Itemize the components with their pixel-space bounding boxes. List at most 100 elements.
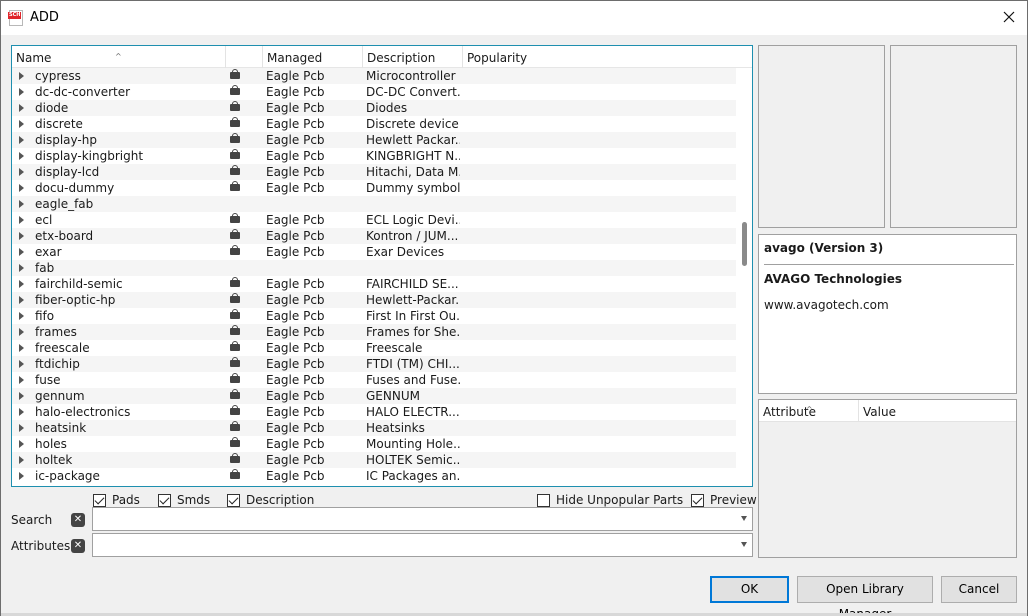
expand-arrow-icon[interactable] — [19, 232, 24, 240]
scrollbar-thumb[interactable] — [742, 222, 747, 266]
smds-check-box[interactable] — [158, 493, 171, 507]
managed-folder: Eagle Pcb — [266, 133, 325, 147]
library-row[interactable]: dc-dc-converter Eagle Pcb DC-DC Convert... — [12, 84, 736, 100]
managed-folder: Eagle Pcb — [266, 421, 325, 435]
library-row[interactable]: eagle_fab — [12, 196, 736, 212]
search-input[interactable] — [93, 508, 733, 530]
search-combo[interactable] — [92, 507, 753, 531]
library-row[interactable]: display-kingbright Eagle Pcb KINGBRIGHT N.… — [12, 148, 736, 164]
list-scrollbar[interactable] — [738, 68, 752, 486]
library-description: Exar Devices — [366, 245, 445, 259]
pads-check-box[interactable] — [93, 493, 106, 507]
expand-arrow-icon[interactable] — [19, 280, 24, 288]
expand-arrow-icon[interactable] — [19, 344, 24, 352]
ok-button[interactable]: OK — [710, 576, 789, 603]
lock-icon — [230, 373, 240, 383]
column-header-lock[interactable] — [226, 46, 263, 68]
column-header-description[interactable]: Description — [363, 46, 463, 68]
preview-check-box[interactable] — [691, 493, 704, 507]
description-check-box[interactable] — [227, 493, 240, 507]
library-row[interactable]: frames Eagle Pcb Frames for She... — [12, 324, 736, 340]
close-icon — [1003, 11, 1015, 23]
expand-arrow-icon[interactable] — [19, 312, 24, 320]
library-row[interactable]: halo-electronics Eagle Pcb HALO ELECTR... — [12, 404, 736, 420]
column-header-attribute[interactable]: Attribute ^ — [759, 400, 859, 422]
library-list[interactable]: Name ^ Managed Folder Description Popula… — [11, 45, 753, 487]
column-header-name[interactable]: Name ^ — [12, 46, 226, 68]
clear-attributes-button[interactable]: ✕ — [71, 539, 85, 553]
attributes-input[interactable] — [93, 534, 733, 556]
library-description: HOLTEK Semic... — [366, 453, 460, 467]
library-row[interactable]: heatsink Eagle Pcb Heatsinks — [12, 420, 736, 436]
expand-arrow-icon[interactable] — [19, 184, 24, 192]
lock-icon — [230, 437, 240, 447]
expand-arrow-icon[interactable] — [19, 440, 24, 448]
library-row[interactable]: cypress Eagle Pcb Microcontroller ... — [12, 68, 736, 84]
library-row[interactable]: fairchild-semic Eagle Pcb FAIRCHILD SE... — [12, 276, 736, 292]
managed-folder: Eagle Pcb — [266, 117, 325, 131]
column-header-popularity[interactable]: Popularity — [463, 46, 737, 68]
expand-arrow-icon[interactable] — [19, 88, 24, 96]
library-row[interactable]: fiber-optic-hp Eagle Pcb Hewlett-Packar... — [12, 292, 736, 308]
clear-search-button[interactable]: ✕ — [71, 513, 85, 527]
expand-arrow-icon[interactable] — [19, 328, 24, 336]
expand-arrow-icon[interactable] — [19, 296, 24, 304]
lock-icon-cell — [228, 68, 242, 84]
library-row[interactable]: diode Eagle Pcb Diodes — [12, 100, 736, 116]
column-header-value[interactable]: Value — [859, 400, 1016, 422]
hide-unpopular-checkbox[interactable]: Hide Unpopular Parts — [537, 493, 683, 507]
expand-arrow-icon[interactable] — [19, 360, 24, 368]
library-rows: cypressEagle PcbMicrocontroller ...dc-dc… — [12, 68, 736, 484]
library-row[interactable]: fifo Eagle Pcb First In First Ou... — [12, 308, 736, 324]
library-row[interactable]: etx-board Eagle Pcb Kontron / JUM... — [12, 228, 736, 244]
managed-folder: Eagle Pcb — [266, 85, 325, 99]
library-row[interactable]: fab — [12, 260, 736, 276]
expand-arrow-icon[interactable] — [19, 200, 24, 208]
library-row[interactable]: ecl Eagle Pcb ECL Logic Devi... — [12, 212, 736, 228]
managed-folder: Eagle Pcb — [266, 325, 325, 339]
library-row[interactable]: exar Eagle Pcb Exar Devices — [12, 244, 736, 260]
hide-unpopular-check-box[interactable] — [537, 493, 550, 507]
expand-arrow-icon[interactable] — [19, 264, 24, 272]
library-row[interactable]: ic-package Eagle Pcb IC Packages an... — [12, 468, 736, 484]
expand-arrow-icon[interactable] — [19, 152, 24, 160]
expand-arrow-icon[interactable] — [19, 104, 24, 112]
expand-arrow-icon[interactable] — [19, 168, 24, 176]
open-library-manager-button[interactable]: Open Library Manager — [797, 576, 933, 616]
expand-arrow-icon[interactable] — [19, 408, 24, 416]
close-button[interactable] — [999, 7, 1019, 27]
expand-arrow-icon[interactable] — [19, 456, 24, 464]
expand-arrow-icon[interactable] — [19, 424, 24, 432]
expand-arrow-icon[interactable] — [19, 392, 24, 400]
lock-icon — [230, 181, 240, 191]
expand-arrow-icon[interactable] — [19, 120, 24, 128]
cancel-button[interactable]: Cancel — [941, 576, 1017, 603]
sort-ascending-icon: ^ — [806, 405, 813, 414]
expand-arrow-icon[interactable] — [19, 72, 24, 80]
expand-arrow-icon[interactable] — [19, 216, 24, 224]
lock-icon — [230, 213, 240, 223]
dropdown-arrow-icon[interactable] — [741, 542, 747, 547]
library-row[interactable]: gennum Eagle Pcb GENNUM — [12, 388, 736, 404]
library-row[interactable]: display-lcd Eagle Pcb Hitachi, Data M... — [12, 164, 736, 180]
preview-checkbox[interactable]: Preview — [691, 493, 757, 507]
library-row[interactable]: holes Eagle Pcb Mounting Hole... — [12, 436, 736, 452]
library-row[interactable]: holtek Eagle Pcb HOLTEK Semic... — [12, 452, 736, 468]
dropdown-arrow-icon[interactable] — [741, 516, 747, 521]
description-checkbox[interactable]: Description — [227, 493, 314, 507]
library-row[interactable]: freescale Eagle Pcb Freescale — [12, 340, 736, 356]
lock-icon-cell — [228, 436, 242, 452]
library-row[interactable]: ftdichip Eagle Pcb FTDI (TM) CHI... — [12, 356, 736, 372]
expand-arrow-icon[interactable] — [19, 248, 24, 256]
library-row[interactable]: docu-dummy Eagle Pcb Dummy symbols — [12, 180, 736, 196]
expand-arrow-icon[interactable] — [19, 472, 24, 480]
column-header-managed-folder[interactable]: Managed Folder — [263, 46, 363, 89]
library-row[interactable]: fuse Eagle Pcb Fuses and Fuse... — [12, 372, 736, 388]
smds-checkbox[interactable]: Smds — [158, 493, 210, 507]
expand-arrow-icon[interactable] — [19, 376, 24, 384]
library-row[interactable]: display-hp Eagle Pcb Hewlett Packar... — [12, 132, 736, 148]
library-row[interactable]: discrete Eagle Pcb Discrete device... — [12, 116, 736, 132]
expand-arrow-icon[interactable] — [19, 136, 24, 144]
pads-checkbox[interactable]: Pads — [93, 493, 140, 507]
attributes-combo[interactable] — [92, 533, 753, 557]
